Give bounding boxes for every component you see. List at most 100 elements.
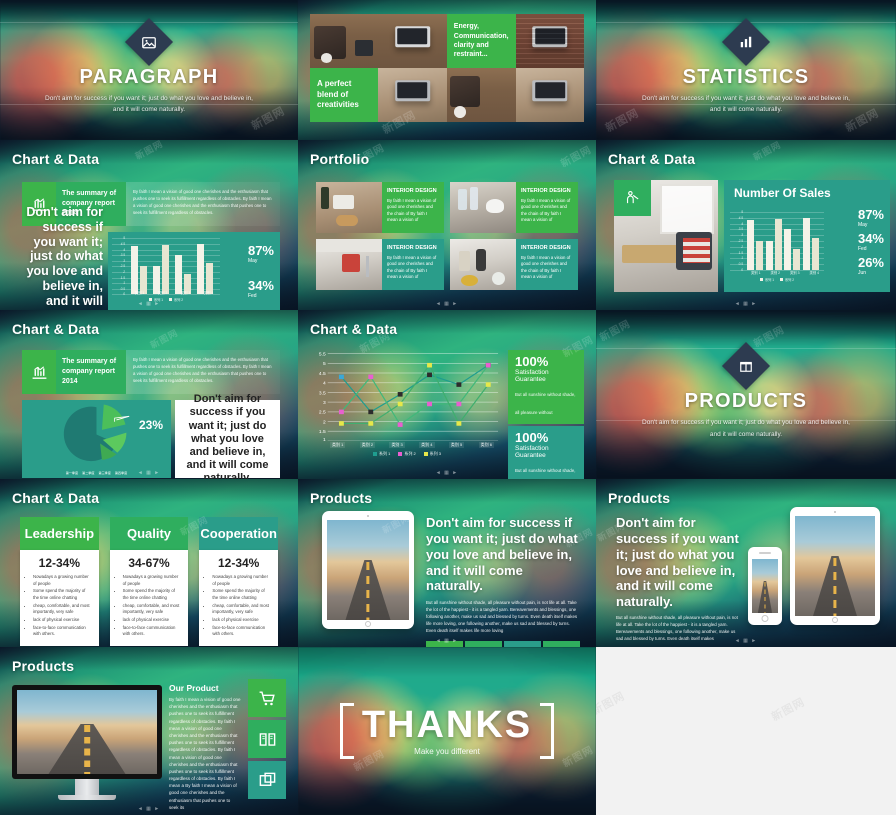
photo-desk-jacket-2: [446, 68, 516, 122]
line-chart: 5.5 5 4.5 4 3.5 3 2.5 2 1.5 1 类别 1 类别 2 …: [314, 350, 500, 461]
svg-text:4.5: 4.5: [319, 371, 326, 377]
page-title: Products: [310, 490, 373, 506]
stat-item: 87% May: [857, 207, 884, 228]
photo-desert-road: [795, 516, 875, 616]
photo-kitchen-sink: [316, 239, 382, 290]
slide-creatives-mosaic[interactable]: Energy, Communication, clarity and restr…: [298, 0, 596, 140]
slide-deck-grid: PARAGRAPH Don't aim for success if you w…: [0, 0, 896, 815]
bar-chart: 5 4.5 4 3.5 3 2.5 2 1.5 1 0.5 0 类别 1 类别 …: [108, 232, 280, 310]
stat-list: 87% May 34% Fed 26% Jun: [858, 206, 884, 278]
windows-icon[interactable]: [248, 761, 286, 799]
slide-products-cover[interactable]: PRODUCTS Don't aim for success if you wa…: [596, 310, 896, 479]
stat-item: 26% Jun: [857, 255, 884, 276]
photo-laptop-brick: [515, 14, 584, 68]
portfolio-item[interactable]: INTERIOR DESIGN By faith I mean a vision …: [316, 239, 444, 290]
page-title: Chart & Data: [12, 151, 100, 167]
slide-chart-data-cards[interactable]: Chart & Data Leadership 12-34% Nowadays …: [0, 479, 298, 647]
quote-text: Don't aim for success if you want it; ju…: [26, 205, 103, 310]
portfolio-caption: INTERIOR DESIGN By faith I mean a vision …: [516, 239, 578, 290]
summary-title: The summary of company report 2014: [56, 350, 126, 395]
photo-bread-table: [316, 182, 382, 233]
card-bullets: Nowadays a growing number of peopleSome …: [20, 574, 99, 646]
portfolio-item[interactable]: INTERIOR DESIGN By faith I mean a vision …: [450, 239, 578, 290]
page-title: Products: [608, 490, 671, 506]
card-value: 12-34%: [217, 556, 260, 570]
slide-number-of-sales[interactable]: Chart & Data Number Of Sales 5 4.5 4 3.5…: [596, 140, 896, 310]
card-bullets: Nowadays a growing number of peopleSome …: [199, 574, 278, 646]
portfolio-caption: INTERIOR DESIGN By faith I mean a vision …: [516, 182, 578, 233]
portfolio-item[interactable]: INTERIOR DESIGN By faith I mean a vision …: [450, 182, 578, 233]
cover-block: PARAGRAPH Don't aim for success if you w…: [0, 0, 298, 140]
feature-card[interactable]: Leadership 12-34% Nowadays a growing num…: [20, 517, 99, 646]
svg-text:4: 4: [323, 381, 326, 387]
bracket-right-icon: [540, 703, 555, 759]
slide-chart-data-line[interactable]: Chart & Data 5.5 5 4.5 4 3.5 3 2.5 2 1.5…: [298, 310, 596, 479]
guarantee-item[interactable]: 100% Satisfaction Guarantee But all suns…: [508, 350, 584, 424]
card-title: Cooperation: [199, 517, 279, 550]
thanks-block: THANKS Make you different: [298, 647, 596, 815]
slide-paragraph-cover[interactable]: PARAGRAPH Don't aim for success if you w…: [0, 0, 298, 140]
feature-card[interactable]: Cooperation 12-34% Nowadays a growing nu…: [199, 517, 279, 646]
gift-box-icon: [721, 342, 771, 391]
navigation-dots[interactable]: ◄ ▦ ►: [596, 638, 896, 644]
navigation-dots[interactable]: ◄ ▦ ►: [0, 806, 298, 812]
slide-statistics-cover[interactable]: STATISTICS Don't aim for success if you …: [596, 0, 896, 140]
page-title: THANKS: [361, 704, 533, 746]
slide-products-devices[interactable]: Products Don't aim for success if you wa…: [596, 479, 896, 647]
card-title: Leadership: [20, 517, 99, 550]
card-value: 12-34%: [38, 556, 81, 570]
photo-laptop-desk: [378, 14, 447, 68]
slide-thanks[interactable]: THANKS Make you different 新图网 新图网: [298, 647, 596, 815]
ipad-device: [790, 507, 880, 625]
ipad-device: [322, 511, 414, 629]
svg-text:1.5: 1.5: [319, 429, 326, 435]
slide-products-imac[interactable]: Products Our Product By faith I mean a v…: [0, 647, 298, 815]
page-title: Chart & Data: [12, 321, 100, 337]
navigation-dots[interactable]: ◄ ▦ ►: [298, 470, 596, 476]
stat-item: 87% May: [247, 242, 274, 264]
shopping-cart-icon[interactable]: [248, 679, 286, 717]
svg-text:5: 5: [323, 361, 326, 367]
bar-chart-legend: 系列 1 系列 2: [730, 277, 824, 282]
feature-card[interactable]: Quality 34-67% Nowadays a growing number…: [109, 517, 189, 646]
navigation-dots[interactable]: ◄ ▦ ►: [298, 301, 596, 307]
quote-text: Don't aim for success if you want it; ju…: [175, 393, 280, 479]
headline: Don't aim for success if you want it; ju…: [616, 515, 739, 610]
navigation-dots[interactable]: ◄ ▦ ►: [298, 638, 596, 644]
summary-body: By faith I mean a vision of good one che…: [126, 350, 280, 395]
stat-item: 34% Fed: [857, 231, 884, 252]
card-title: Quality: [109, 517, 189, 550]
slide-products-ipad[interactable]: Products Don't aim for success if you wa…: [298, 479, 596, 647]
icon-tile-column: [248, 679, 286, 799]
page-title: Chart & Data: [608, 151, 696, 167]
slide-chart-data-bars[interactable]: Chart & Data The summary of company repo…: [0, 140, 298, 310]
image-icon: [124, 17, 174, 66]
photo-desert-road: [17, 690, 157, 774]
svg-text:3.5: 3.5: [319, 390, 326, 396]
navigation-dots[interactable]: ◄ ▦ ►: [596, 301, 896, 307]
mosaic-caption-blend: A perfect blend of creativities: [310, 68, 379, 122]
svg-text:5.5: 5.5: [319, 352, 326, 358]
photo-dishes-table: [450, 182, 516, 233]
photo-desk-jacket: [310, 14, 379, 68]
card-bullets: Nowadays a growing number of peopleSome …: [110, 574, 189, 646]
navigation-dots[interactable]: ◄ ▦ ►: [0, 301, 298, 307]
bar-chart-categories: 类别 1 类别 2 类别 3 类别 4: [134, 291, 214, 296]
body-text: By faith I mean a vision of good one che…: [169, 697, 241, 810]
svg-text:3: 3: [323, 400, 326, 406]
navigation-dots[interactable]: ◄ ▦ ►: [0, 638, 298, 644]
summary-row: The summary of company report 2014 By fa…: [22, 350, 280, 395]
photo-desert-road: [752, 559, 778, 613]
page-title: Products: [12, 658, 75, 674]
photo-kitchen-counter: [450, 239, 516, 290]
cover-block: STATISTICS Don't aim for success if you …: [596, 0, 896, 140]
svg-text:2.5: 2.5: [319, 410, 326, 416]
bar-chart-icon: [721, 17, 771, 66]
open-book-icon[interactable]: [248, 720, 286, 758]
portfolio-item[interactable]: INTERIOR DESIGN By faith I mean a vision …: [316, 182, 444, 233]
svg-text:2: 2: [323, 420, 326, 426]
page-title: PRODUCTS: [684, 390, 808, 413]
slide-portfolio[interactable]: Portfolio INTERIOR DESIGN By faith I mean…: [298, 140, 596, 310]
navigation-dots[interactable]: ◄ ▦ ►: [0, 470, 298, 476]
slide-chart-data-pie[interactable]: Chart & Data The summary of company repo…: [0, 310, 298, 479]
